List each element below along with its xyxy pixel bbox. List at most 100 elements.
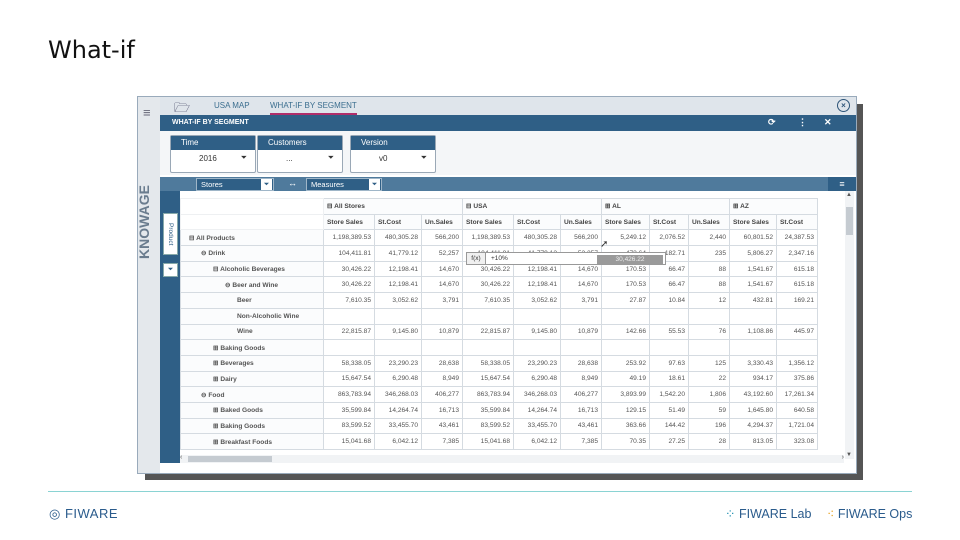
table-cell[interactable]: 14,670 xyxy=(560,276,602,294)
measure-header[interactable]: Un.Sales xyxy=(560,213,602,231)
table-cell[interactable]: 104,411.81 xyxy=(323,245,375,262)
table-cell[interactable]: 22 xyxy=(688,370,730,388)
table-cell[interactable]: 10,879 xyxy=(421,323,463,341)
table-cell[interactable]: 43,461 xyxy=(560,417,602,435)
table-cell[interactable]: 83,599.52 xyxy=(323,417,375,435)
table-cell[interactable]: 346,268.03 xyxy=(374,386,422,403)
table-cell[interactable]: 6,290.48 xyxy=(374,370,422,388)
table-cell[interactable]: 14,264.74 xyxy=(513,401,561,419)
table-cell[interactable]: 363.66 xyxy=(601,417,650,435)
filter-time[interactable]: Time 2016 ⏷ xyxy=(170,135,256,173)
table-cell[interactable]: 566,200 xyxy=(560,229,602,247)
table-cell[interactable]: 863,783.94 xyxy=(323,386,375,403)
table-cell[interactable]: 41,779.12 xyxy=(374,245,422,262)
formula-input[interactable]: +10% xyxy=(491,253,591,264)
table-cell[interactable] xyxy=(462,307,514,325)
table-cell[interactable] xyxy=(601,307,650,325)
table-cell[interactable]: 253.92 xyxy=(601,354,650,372)
row-header[interactable]: ⊞ Baking Goods xyxy=(180,339,324,356)
table-cell[interactable] xyxy=(374,339,422,356)
table-cell[interactable]: 432.81 xyxy=(729,292,777,309)
table-cell[interactable]: 2,440 xyxy=(688,229,730,247)
row-header[interactable]: ⊞ Breakfast Foods xyxy=(180,433,324,450)
table-cell[interactable]: 58,338.05 xyxy=(323,354,375,372)
table-cell[interactable]: 33,455.70 xyxy=(513,417,561,435)
table-cell[interactable] xyxy=(688,339,730,356)
table-cell[interactable]: 15,041.68 xyxy=(462,433,514,450)
table-cell[interactable]: 3,052.62 xyxy=(513,292,561,309)
measure-header[interactable]: St.Cost xyxy=(374,213,422,231)
table-cell[interactable]: 3,330.43 xyxy=(729,354,777,372)
product-dimension-tab[interactable]: Product xyxy=(163,213,178,255)
row-header[interactable]: Wine xyxy=(180,323,324,341)
measure-header[interactable]: St.Cost xyxy=(513,213,561,231)
table-cell[interactable]: 55.53 xyxy=(649,323,689,341)
table-cell[interactable]: 88 xyxy=(688,260,730,278)
table-cell[interactable]: 5,806.27 xyxy=(729,245,777,262)
hamburger-menu-icon[interactable]: ≡ xyxy=(143,105,151,120)
table-cell[interactable]: 51.49 xyxy=(649,401,689,419)
table-cell[interactable]: 16,713 xyxy=(421,401,463,419)
table-cell[interactable]: 52,257 xyxy=(421,245,463,262)
refresh-icon[interactable]: ⟳ xyxy=(768,117,776,128)
row-header[interactable]: ⊖ Beer and Wine xyxy=(180,276,324,294)
table-cell[interactable] xyxy=(421,339,463,356)
horizontal-scrollbar[interactable]: ‹ › xyxy=(180,454,844,463)
table-cell[interactable]: 406,277 xyxy=(421,386,463,403)
row-header[interactable]: Beer xyxy=(180,292,324,309)
measure-header[interactable]: Store Sales xyxy=(601,213,650,231)
row-header[interactable]: ⊞ Baking Goods xyxy=(180,417,324,435)
measure-header[interactable]: St.Cost xyxy=(649,213,689,231)
table-cell[interactable]: 17,261.34 xyxy=(776,386,818,403)
table-cell[interactable]: 35,599.84 xyxy=(323,401,375,419)
scroll-left-icon[interactable]: ‹ xyxy=(180,454,182,461)
table-cell[interactable]: 97.63 xyxy=(649,354,689,372)
table-cell[interactable]: 640.58 xyxy=(776,401,818,419)
tab-what-if-by-segment[interactable]: WHAT-IF BY SEGMENT xyxy=(270,101,357,115)
table-cell[interactable]: 14,670 xyxy=(421,276,463,294)
table-cell[interactable]: 346,268.03 xyxy=(513,386,561,403)
close-document-icon[interactable]: ✕ xyxy=(824,117,832,128)
table-cell[interactable]: 18.61 xyxy=(649,370,689,388)
scroll-up-icon[interactable]: ▲ xyxy=(846,192,852,198)
more-options-icon[interactable]: ⋮ xyxy=(798,117,807,128)
tab-usa-map[interactable]: USA MAP xyxy=(214,101,250,110)
table-cell[interactable] xyxy=(601,339,650,356)
table-cell[interactable]: 70.35 xyxy=(601,433,650,450)
row-header[interactable]: ⊞ Dairy xyxy=(180,370,324,388)
table-cell[interactable]: 14,670 xyxy=(421,260,463,278)
table-cell[interactable]: 59 xyxy=(688,401,730,419)
measure-header[interactable]: Un.Sales xyxy=(421,213,463,231)
table-cell[interactable]: 323.08 xyxy=(776,433,818,450)
measure-header[interactable]: St.Cost xyxy=(776,213,818,231)
table-cell[interactable]: 22,815.87 xyxy=(323,323,375,341)
row-header[interactable]: ⊟ All Products xyxy=(180,229,324,247)
scroll-right-icon[interactable]: › xyxy=(842,454,844,461)
table-cell[interactable]: 15,647.54 xyxy=(462,370,514,388)
table-cell[interactable]: 615.18 xyxy=(776,276,818,294)
table-cell[interactable]: 24,387.53 xyxy=(776,229,818,247)
close-window-icon[interactable]: × xyxy=(837,99,850,112)
product-filter-icon[interactable]: ⏷ xyxy=(163,263,178,277)
table-cell[interactable]: 16,713 xyxy=(560,401,602,419)
table-cell[interactable] xyxy=(776,339,818,356)
table-cell[interactable]: 15,647.54 xyxy=(323,370,375,388)
table-cell[interactable]: 1,721.04 xyxy=(776,417,818,435)
table-cell[interactable]: 6,042.12 xyxy=(513,433,561,450)
measure-header[interactable]: Un.Sales xyxy=(688,213,730,231)
horizontal-scroll-thumb[interactable] xyxy=(188,456,272,462)
table-cell[interactable]: 83,599.52 xyxy=(462,417,514,435)
table-cell[interactable]: 1,356.12 xyxy=(776,354,818,372)
table-cell[interactable]: 1,645.80 xyxy=(729,401,777,419)
table-cell[interactable]: 480,305.28 xyxy=(513,229,561,247)
table-cell[interactable]: 235 xyxy=(688,245,730,262)
table-cell[interactable]: 14,264.74 xyxy=(374,401,422,419)
table-cell[interactable]: 30,426.22 xyxy=(323,276,375,294)
table-cell[interactable]: 566,200 xyxy=(421,229,463,247)
table-cell[interactable] xyxy=(421,307,463,325)
table-cell[interactable]: 813.05 xyxy=(729,433,777,450)
table-cell[interactable]: 23,290.23 xyxy=(513,354,561,372)
table-cell[interactable]: 1,542.20 xyxy=(649,386,689,403)
table-cell[interactable]: 406,277 xyxy=(560,386,602,403)
table-cell[interactable]: 10.84 xyxy=(649,292,689,309)
